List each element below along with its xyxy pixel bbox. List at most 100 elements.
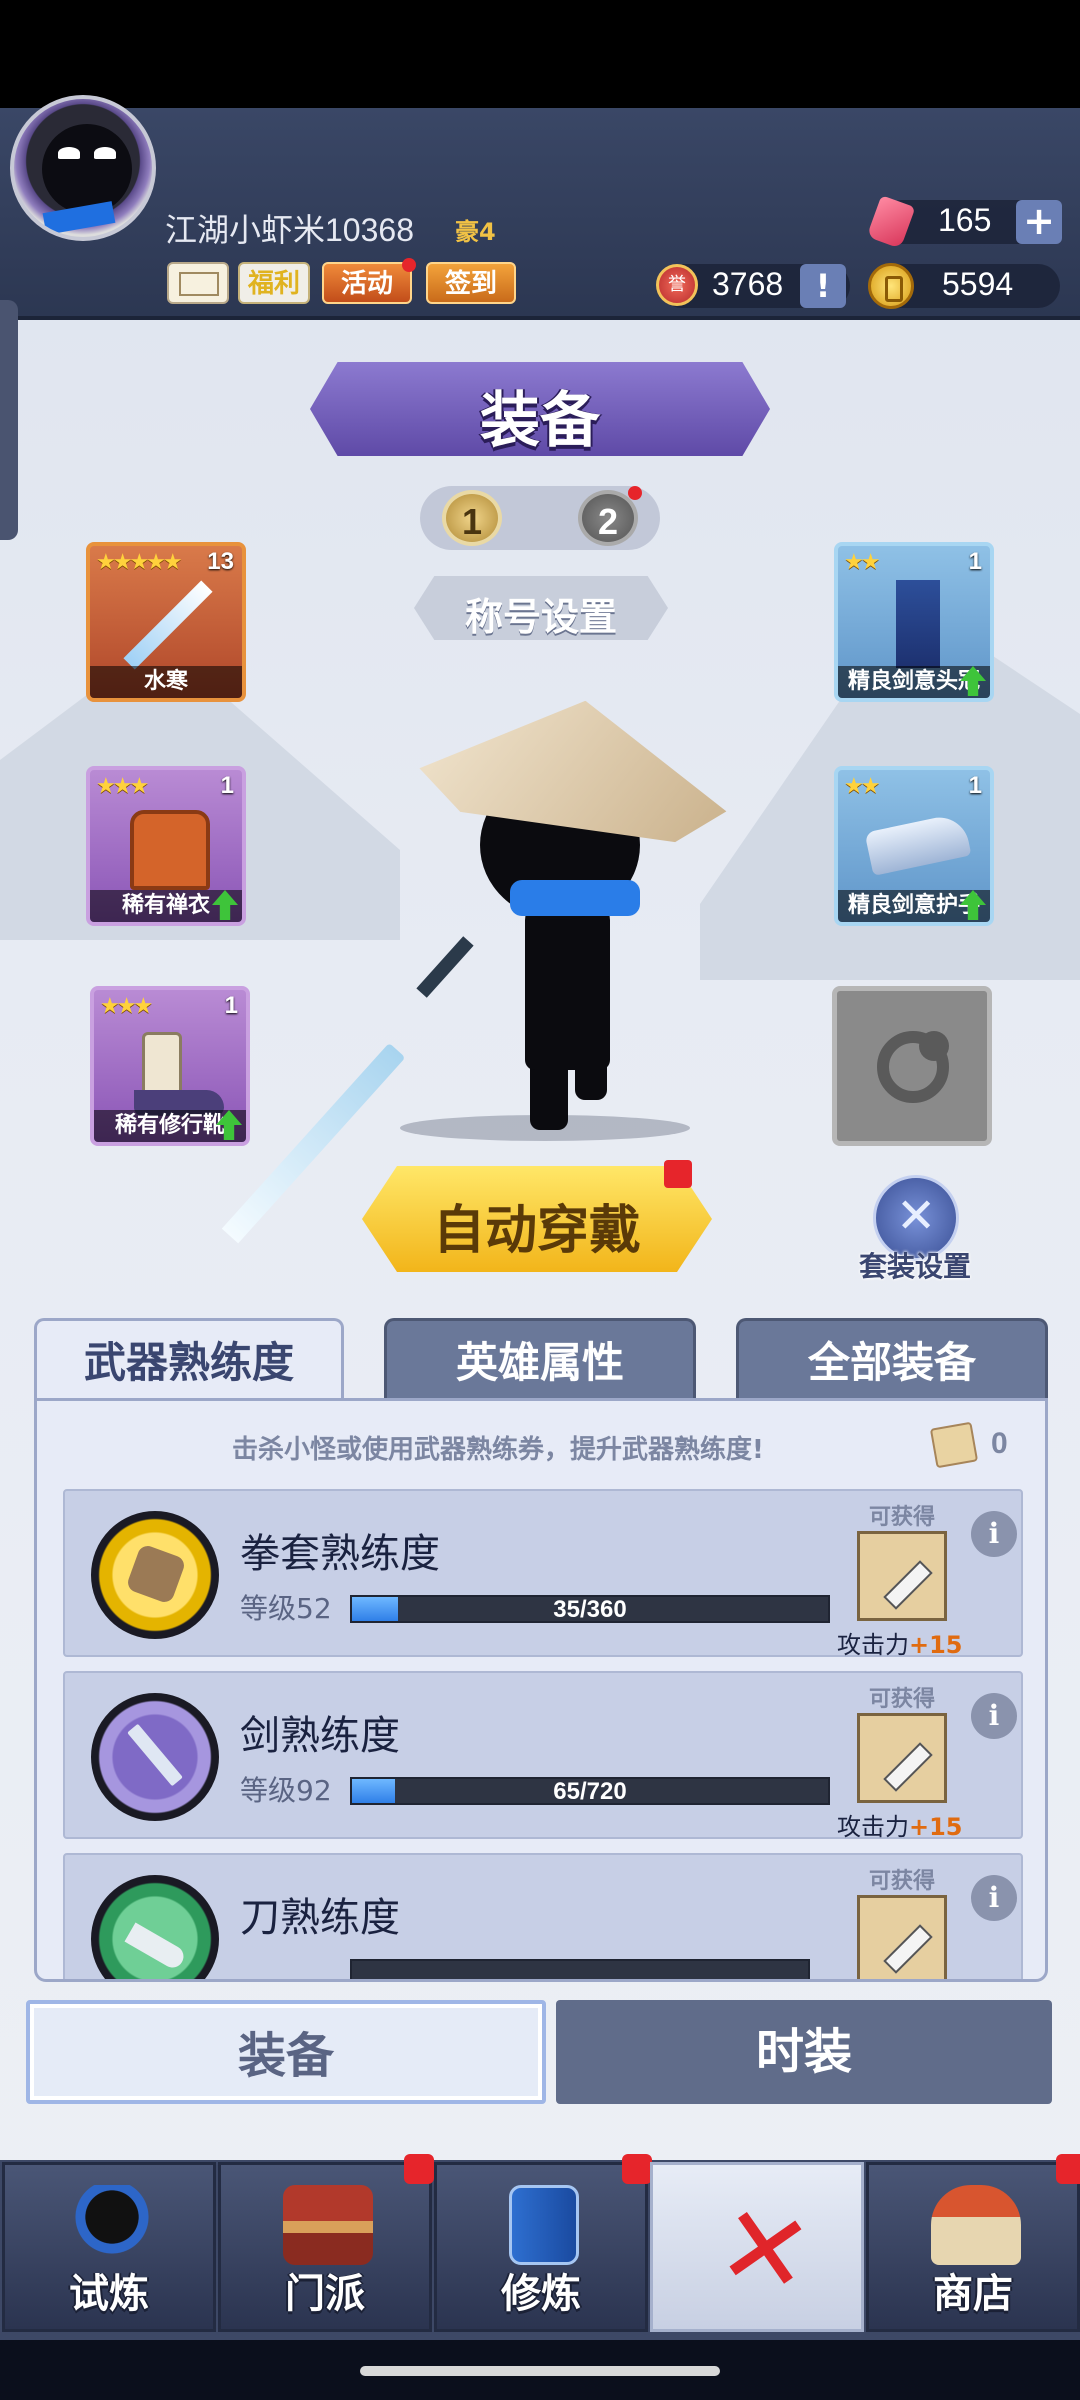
system-home-bar bbox=[0, 2340, 1080, 2400]
info-button[interactable]: i bbox=[971, 1875, 1017, 1921]
info-button[interactable]: i bbox=[971, 1511, 1017, 1557]
fashion-mode-button[interactable]: 时装 bbox=[556, 2000, 1052, 2104]
proficiency-title: 刀熟练度 bbox=[240, 1895, 400, 1941]
armor-name: 稀有禅衣 bbox=[90, 890, 242, 922]
reward-sword-icon[interactable] bbox=[857, 1713, 947, 1803]
suit-setting-button[interactable]: 套装设置 bbox=[855, 1175, 975, 1285]
ring-gem-icon bbox=[919, 1031, 949, 1061]
proficiency-row: 剑熟练度 等级92 65/720 可获得 攻击力+15 i bbox=[63, 1671, 1023, 1842]
gloves-stars: ★★ bbox=[844, 774, 880, 799]
proficiency-bar: 35/360 bbox=[350, 1595, 830, 1623]
tab-all-equipment[interactable]: 全部装备 bbox=[736, 1318, 1048, 1402]
side-drawer-handle[interactable] bbox=[0, 300, 18, 540]
tab-hero-attributes[interactable]: 英雄属性 bbox=[384, 1318, 696, 1402]
manual-book-icon bbox=[509, 2185, 579, 2265]
proficiency-ticket-count: 0 bbox=[991, 1427, 1008, 1460]
signin-button[interactable]: 签到 bbox=[426, 262, 516, 304]
helmet-stars: ★★ bbox=[844, 550, 880, 575]
proficiency-row: 拳套熟练度 等级52 35/360 可获得 攻击力+15 i bbox=[63, 1489, 1023, 1660]
sword-hilt bbox=[416, 936, 474, 998]
gold-coin-icon bbox=[868, 263, 914, 309]
sect-notification-dot bbox=[404, 2154, 434, 2184]
proficiency-bar-text: 65/720 bbox=[553, 1778, 627, 1805]
tab-weapon-proficiency[interactable]: 武器熟练度 bbox=[34, 1318, 344, 1402]
nav-training[interactable]: 修炼 bbox=[434, 2162, 648, 2332]
equipment-mode-button[interactable]: 装备 bbox=[26, 2000, 546, 2104]
reward-value: +15 bbox=[909, 1631, 963, 1659]
avatar-scarf bbox=[42, 201, 116, 235]
proficiency-bar-text: 35/360 bbox=[553, 1596, 627, 1623]
character-scarf bbox=[510, 880, 640, 916]
helmet-count: 1 bbox=[968, 548, 982, 575]
mail-button[interactable] bbox=[167, 262, 229, 304]
proficiency-title: 拳套熟练度 bbox=[240, 1531, 440, 1577]
honor-info-button[interactable]: ! bbox=[800, 264, 846, 308]
available-label: 可获得 bbox=[869, 1687, 936, 1712]
gloves-name: 精良剑意护手 bbox=[838, 890, 990, 922]
info-button[interactable]: i bbox=[971, 1693, 1017, 1739]
mail-icon bbox=[179, 272, 219, 296]
armor-count: 1 bbox=[220, 772, 234, 799]
reward-value: +15 bbox=[909, 1813, 963, 1841]
available-label: 可获得 bbox=[869, 1505, 936, 1530]
auto-equip-button[interactable]: 自动穿戴 bbox=[362, 1166, 712, 1272]
auto-equip-label: 自动穿戴 bbox=[432, 1201, 641, 1261]
proficiency-panel[interactable]: 击杀小怪或使用武器熟练券，提升武器熟练度! 0 拳套熟练度 等级52 35/36… bbox=[34, 1398, 1048, 1982]
sword-medal-icon bbox=[91, 1693, 219, 1821]
gloves-count: 1 bbox=[968, 772, 982, 799]
nav-label: 试炼 bbox=[69, 2271, 149, 2317]
gloves-slot[interactable]: ★★ 1 精良剑意护手 bbox=[834, 766, 994, 926]
armor-stars: ★★★ bbox=[96, 774, 149, 799]
weapon-stars: ★★★★★ bbox=[96, 550, 183, 575]
weapon-name: 水寒 bbox=[90, 666, 242, 698]
add-gems-button[interactable]: + bbox=[1016, 200, 1062, 244]
reward-sword-icon[interactable] bbox=[857, 1895, 947, 1979]
blade-icon bbox=[124, 1922, 188, 1972]
reward-text: 攻击力+15 bbox=[837, 1625, 963, 1660]
training-notification-dot bbox=[622, 2154, 652, 2184]
sword-icon bbox=[127, 1723, 183, 1787]
nav-trial[interactable]: 试炼 bbox=[2, 2162, 216, 2332]
shop-icon bbox=[931, 2185, 1021, 2265]
nav-close[interactable]: ✕ bbox=[650, 2162, 864, 2332]
nav-shop[interactable]: 商店 bbox=[866, 2162, 1080, 2332]
reward-text: 攻击力+15 bbox=[837, 1807, 963, 1842]
helmet-slot[interactable]: ★★ 1 精良剑意头冠 bbox=[834, 542, 994, 702]
loadout-page-1[interactable]: 1 bbox=[442, 490, 502, 546]
proficiency-bar bbox=[350, 1959, 810, 1979]
honor-value: 3768 bbox=[712, 266, 784, 302]
blade-medal-icon bbox=[91, 1875, 219, 1979]
home-indicator[interactable] bbox=[360, 2366, 720, 2376]
boots-name: 稀有修行靴 bbox=[94, 1110, 246, 1142]
nav-sect[interactable]: 门派 bbox=[218, 2162, 432, 2332]
nav-label: 商店 bbox=[933, 2271, 1013, 2317]
available-label: 可获得 bbox=[869, 1869, 936, 1894]
gem-value: 165 bbox=[938, 202, 992, 238]
proficiency-bar: 65/720 bbox=[350, 1777, 830, 1805]
sword-icon bbox=[123, 580, 213, 670]
suit-setting-label: 套装设置 bbox=[858, 1250, 971, 1283]
armor-slot[interactable]: ★★★ 1 稀有禅衣 bbox=[86, 766, 246, 926]
proficiency-row: 刀熟练度 可获得 i bbox=[63, 1853, 1023, 1979]
equipment-title-banner: 装备 bbox=[310, 362, 770, 456]
empty-slot[interactable] bbox=[832, 986, 992, 1146]
weapon-slot[interactable]: ★★★★★ 13 水寒 bbox=[86, 542, 246, 702]
helmet-icon bbox=[896, 580, 940, 668]
reward-sword-icon[interactable] bbox=[857, 1531, 947, 1621]
title-setting-button[interactable]: 称号设置 bbox=[414, 576, 668, 640]
avatar-eye-left bbox=[58, 147, 80, 159]
player-avatar[interactable] bbox=[10, 95, 156, 241]
gauntlet-icon bbox=[125, 1543, 187, 1605]
close-icon: ✕ bbox=[708, 2178, 822, 2322]
temple-icon bbox=[283, 2185, 373, 2265]
activity-button[interactable]: 活动 bbox=[322, 262, 412, 304]
proficiency-hint: 击杀小怪或使用武器熟练券，提升武器熟练度! bbox=[232, 1435, 764, 1465]
boots-slot[interactable]: ★★★ 1 稀有修行靴 bbox=[90, 986, 250, 1146]
welfare-button[interactable]: 福利 bbox=[238, 262, 310, 304]
helmet-name: 精良剑意头冠 bbox=[838, 666, 990, 698]
loadout-page-2[interactable]: 2 bbox=[578, 490, 638, 546]
loadout-page-switch: 1 2 bbox=[420, 486, 660, 550]
ninja-icon bbox=[67, 2185, 157, 2265]
avatar-eye-right bbox=[94, 147, 116, 159]
page-title: 装备 bbox=[480, 386, 600, 456]
